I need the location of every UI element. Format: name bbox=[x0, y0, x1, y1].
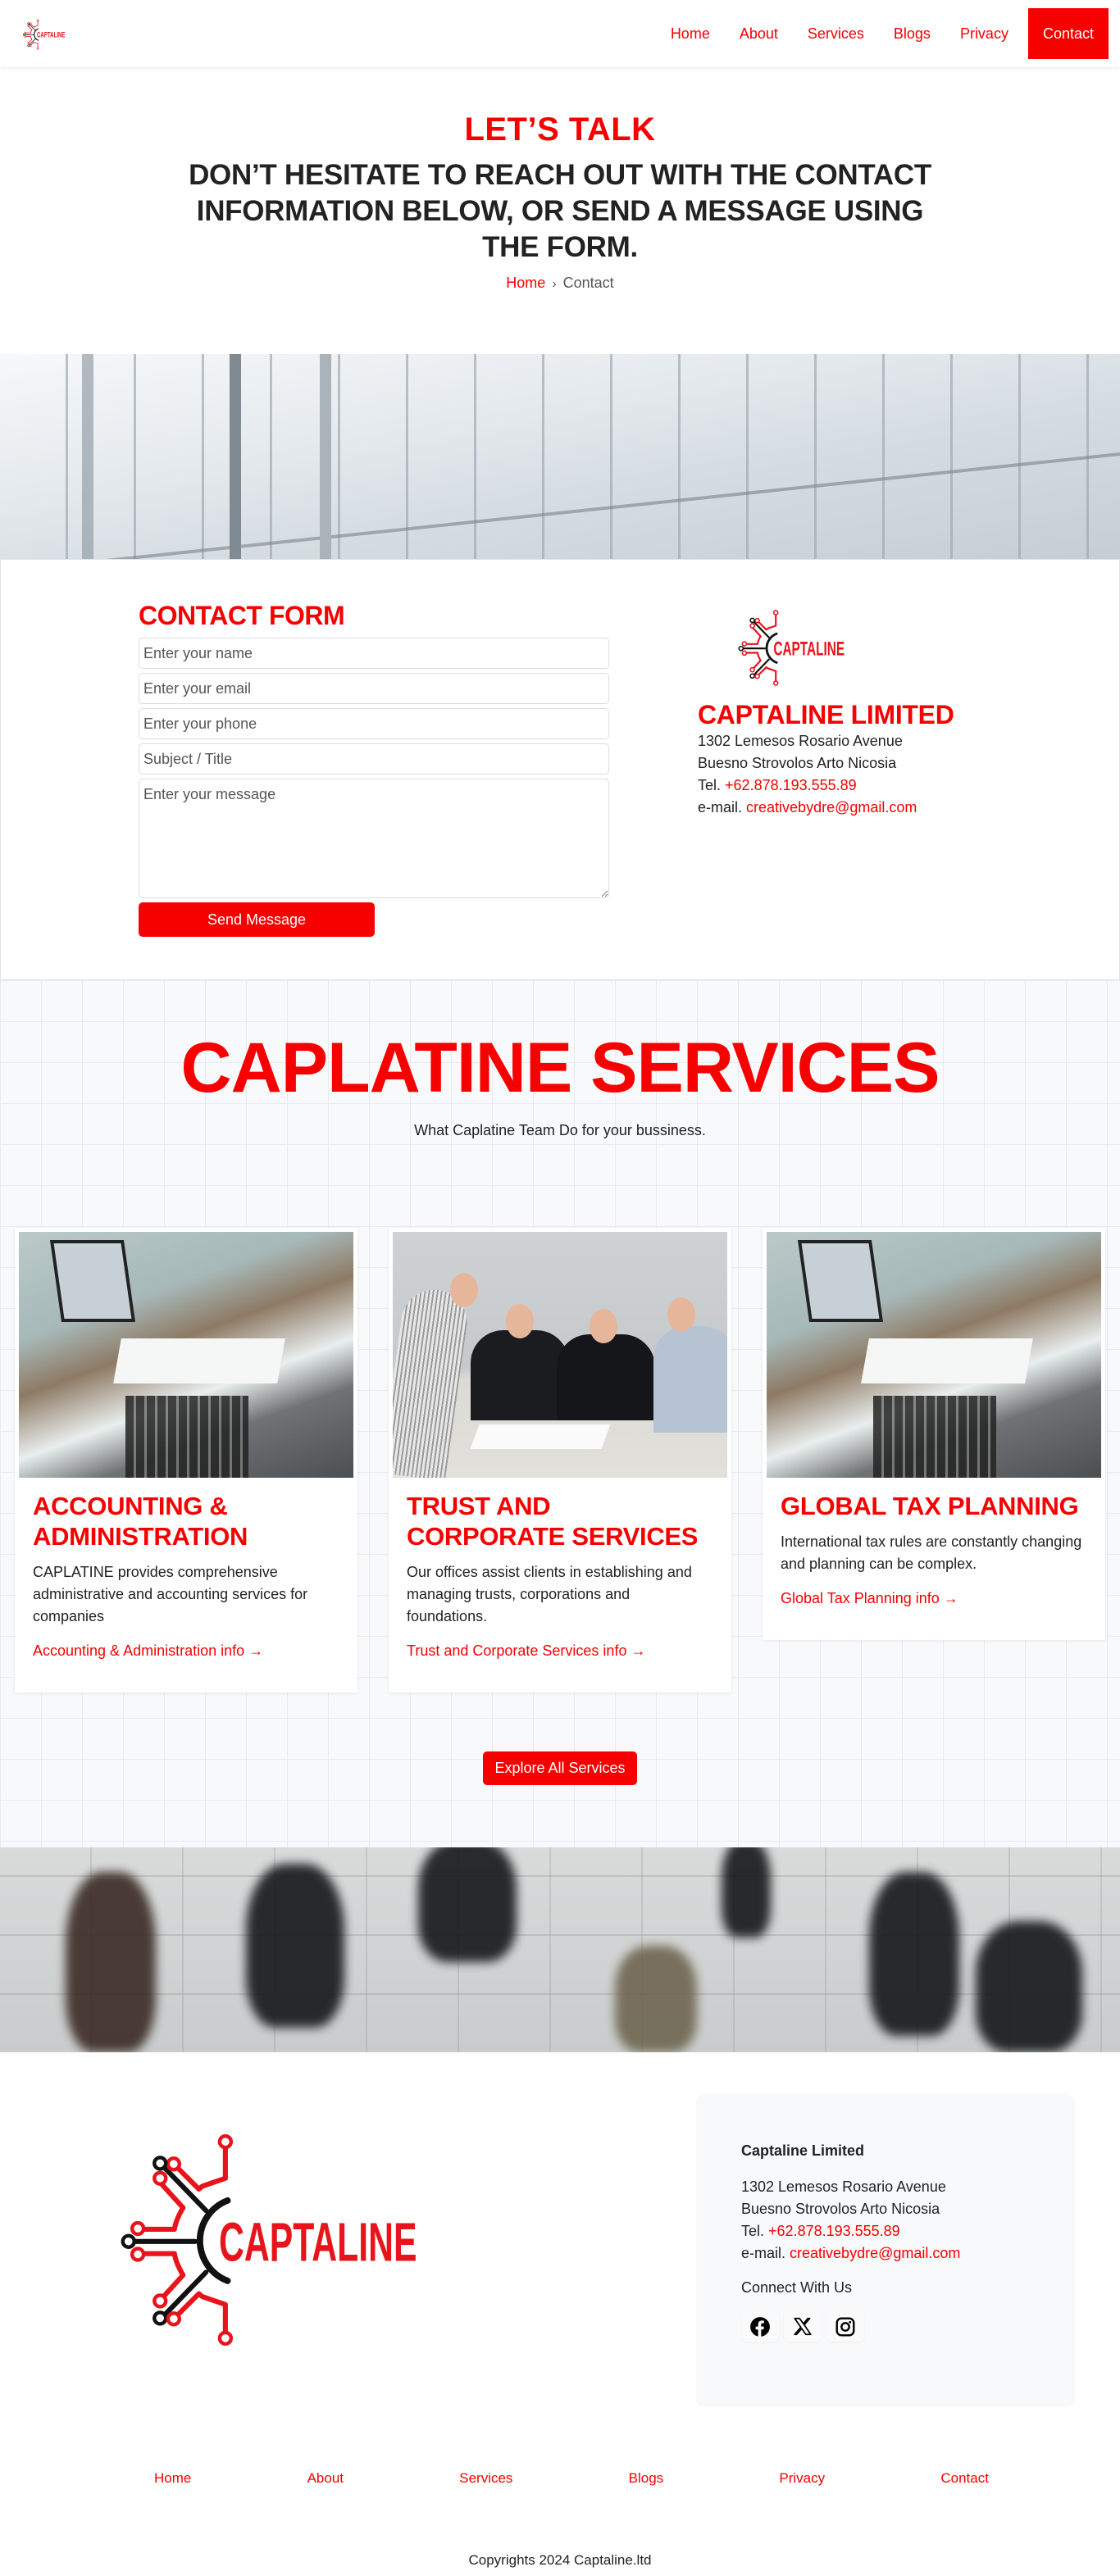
service-card-link[interactable]: Global Tax Planning info → bbox=[781, 1590, 958, 1607]
nav-services[interactable]: Services bbox=[793, 8, 879, 59]
nav-contact[interactable]: Contact bbox=[1027, 8, 1109, 59]
email-label: e-mail. bbox=[698, 799, 743, 816]
business-meeting-image bbox=[393, 1231, 727, 1478]
captaline-logo-icon bbox=[98, 2095, 443, 2374]
service-card-link[interactable]: Accounting & Administration info → bbox=[33, 1642, 263, 1660]
footer-phone-line: Tel. +62.878.193.555.89 bbox=[741, 2220, 1030, 2242]
footer-nav-home[interactable]: Home bbox=[154, 2470, 191, 2487]
email-line: e-mail. creativebydre@gmail.com bbox=[698, 797, 954, 819]
contact-info: CAPTALINE LIMITED 1302 Lemesos Rosario A… bbox=[698, 601, 954, 937]
services-section: CAPLATINE SERVICES What Caplatine Team D… bbox=[0, 980, 1120, 1847]
service-card-title: GLOBAL TAX PLANNING bbox=[781, 1491, 1079, 1520]
site-header: Home About Services Blogs Privacy Contac… bbox=[0, 0, 1120, 67]
footer-address-line-1: 1302 Lemesos Rosario Avenue bbox=[741, 2178, 946, 2196]
footer-email-link[interactable]: creativebydre@gmail.com bbox=[790, 2245, 960, 2261]
instagram-icon bbox=[835, 2317, 855, 2337]
footer-nav: Home About Services Blogs Privacy Contac… bbox=[0, 2437, 1120, 2487]
subject-input[interactable] bbox=[139, 743, 609, 775]
contact-form-title: CONTACT FORM bbox=[139, 601, 345, 631]
nav-blogs[interactable]: Blogs bbox=[879, 8, 945, 59]
email-link[interactable]: creativebydre@gmail.com bbox=[746, 799, 917, 816]
services-subtitle: What Caplatine Team Do for your bussines… bbox=[414, 1121, 706, 1138]
hero-section: LET’S TALK DON’T HESITATE TO REACH OUT W… bbox=[0, 67, 1120, 354]
hero-kicker: LET’S TALK bbox=[464, 111, 656, 148]
contact-section: CONTACT FORM Send Message CAPTALINE LIMI… bbox=[0, 559, 1120, 981]
nav-privacy[interactable]: Privacy bbox=[945, 8, 1023, 59]
footer-phone-label: Tel. bbox=[741, 2223, 765, 2240]
main-nav: Home About Services Blogs Privacy Contac… bbox=[656, 0, 1109, 67]
service-cards: ACCOUNTING & ADMINISTRATION CAPLATINE pr… bbox=[0, 1227, 1120, 1693]
site-footer: Captaline Limited 1302 Lemesos Rosario A… bbox=[0, 2052, 1120, 2575]
footer-company-name: Captaline Limited bbox=[741, 2142, 865, 2160]
service-card-title: TRUST AND CORPORATE SERVICES bbox=[407, 1491, 699, 1552]
explore-all-services-button[interactable]: Explore All Services bbox=[483, 1751, 637, 1786]
connect-with-us-label: Connect With Us bbox=[741, 2279, 853, 2297]
facebook-icon bbox=[750, 2316, 770, 2337]
phone-input[interactable] bbox=[139, 708, 609, 740]
footer-nav-blogs[interactable]: Blogs bbox=[629, 2470, 664, 2487]
footer-nav-contact[interactable]: Contact bbox=[940, 2470, 989, 2487]
page-title: DON’T HESITATE TO REACH OUT WITH THE CON… bbox=[189, 159, 931, 263]
company-name: CAPTALINE LIMITED bbox=[698, 700, 954, 730]
contact-form: CONTACT FORM Send Message bbox=[139, 601, 609, 938]
send-message-button[interactable]: Send Message bbox=[139, 902, 375, 938]
footer-email-line: e-mail. creativebydre@gmail.com bbox=[741, 2242, 1030, 2265]
phone-line: Tel. +62.878.193.555.89 bbox=[698, 775, 954, 797]
service-card: TRUST AND CORPORATE SERVICES Our offices… bbox=[389, 1227, 731, 1693]
captaline-logo-icon bbox=[20, 13, 69, 54]
service-card-description: Our offices assist clients in establishi… bbox=[407, 1564, 692, 1625]
breadcrumb-current: Contact bbox=[562, 275, 614, 292]
breadcrumb-home[interactable]: Home bbox=[506, 275, 545, 291]
footer-nav-about[interactable]: About bbox=[307, 2470, 344, 2487]
services-title: CAPLATINE SERVICES bbox=[180, 1029, 940, 1108]
breadcrumb: Home › Contact bbox=[0, 275, 1120, 292]
service-card-description: CAPLATINE provides comprehensive adminis… bbox=[33, 1564, 308, 1625]
message-textarea[interactable] bbox=[139, 779, 609, 899]
facebook-button[interactable] bbox=[741, 2311, 779, 2342]
address-line-2: Buesno Strovolos Arto Nicosia bbox=[698, 755, 897, 772]
address-line-1: 1302 Lemesos Rosario Avenue bbox=[698, 733, 903, 750]
nav-about[interactable]: About bbox=[725, 8, 793, 59]
phone-link[interactable]: +62.878.193.555.89 bbox=[725, 777, 857, 793]
captaline-logo-icon bbox=[714, 601, 870, 691]
copyright: Copyrights 2024 Captaline.ltd bbox=[468, 2552, 652, 2569]
x-button[interactable] bbox=[784, 2311, 822, 2342]
email-input[interactable] bbox=[139, 673, 609, 705]
footer-address-line-2: Buesno Strovolos Arto Nicosia bbox=[741, 2201, 940, 2218]
breadcrumb-separator-icon: › bbox=[552, 277, 557, 292]
x-icon bbox=[794, 2317, 812, 2335]
footer-nav-privacy[interactable]: Privacy bbox=[779, 2470, 825, 2487]
building-banner-image bbox=[0, 354, 1120, 560]
service-card-link[interactable]: Trust and Corporate Services info → bbox=[407, 1642, 645, 1660]
nav-home[interactable]: Home bbox=[656, 8, 725, 59]
footer-email-label: e-mail. bbox=[741, 2245, 786, 2262]
service-card-title: ACCOUNTING & ADMINISTRATION bbox=[33, 1491, 248, 1552]
people-walking-banner-image bbox=[0, 1847, 1120, 2053]
service-card: ACCOUNTING & ADMINISTRATION CAPLATINE pr… bbox=[15, 1227, 357, 1693]
laptop-desk-image bbox=[767, 1231, 1101, 1478]
service-card-description: International tax rules are constantly c… bbox=[781, 1533, 1082, 1573]
social-links bbox=[741, 2311, 1030, 2342]
instagram-button[interactable] bbox=[826, 2311, 864, 2342]
name-input[interactable] bbox=[139, 638, 609, 670]
site-logo[interactable] bbox=[20, 9, 69, 58]
footer-nav-services[interactable]: Services bbox=[459, 2470, 512, 2487]
footer-contact-card: Captaline Limited 1302 Lemesos Rosario A… bbox=[697, 2095, 1074, 2406]
footer-phone-link[interactable]: +62.878.193.555.89 bbox=[768, 2223, 900, 2239]
laptop-desk-image bbox=[19, 1231, 353, 1478]
service-card: GLOBAL TAX PLANNING International tax ru… bbox=[763, 1227, 1105, 1641]
phone-label: Tel. bbox=[698, 777, 722, 794]
